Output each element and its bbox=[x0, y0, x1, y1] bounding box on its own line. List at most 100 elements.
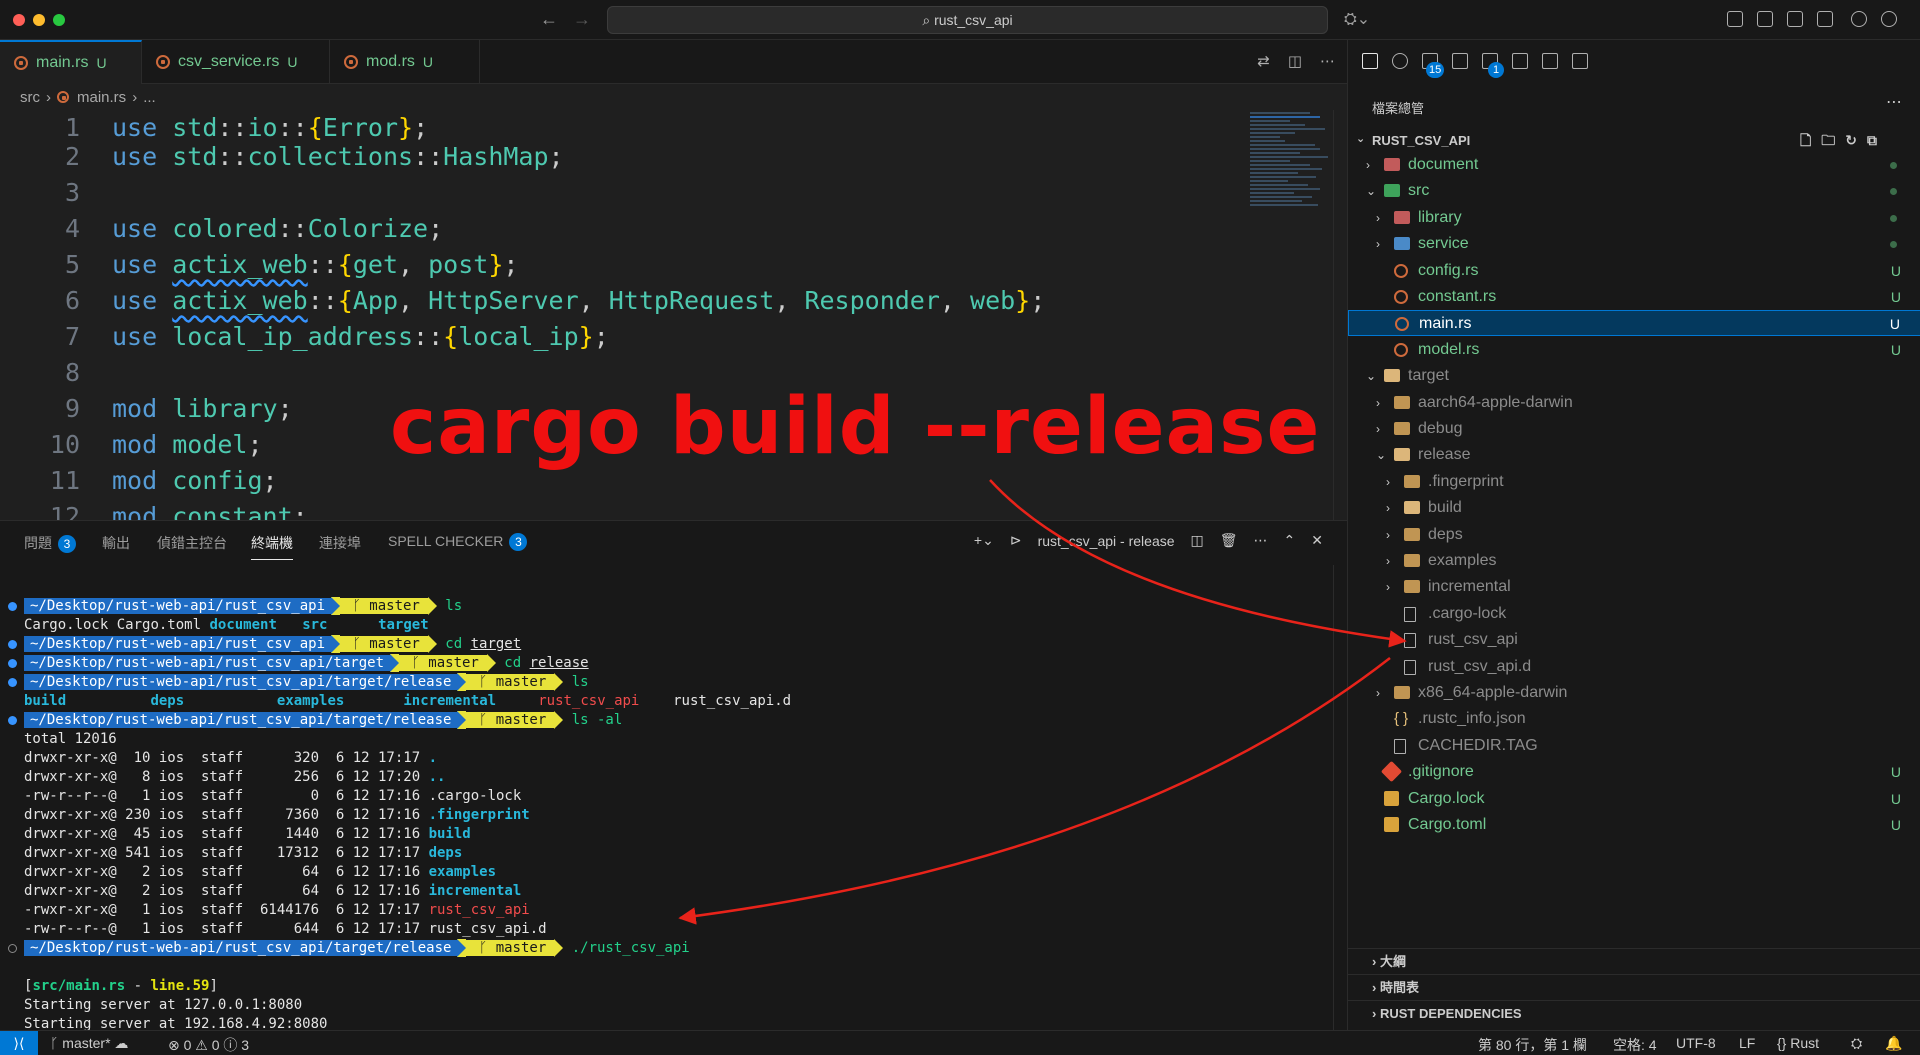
command-success-marker[interactable] bbox=[8, 659, 17, 668]
breadcrumb-symbols[interactable]: ... bbox=[143, 89, 156, 106]
tree-item-gitignore[interactable]: .gitignore U bbox=[1348, 759, 1920, 785]
tree-item-examples[interactable]: › examples bbox=[1348, 548, 1920, 574]
tree-item-document[interactable]: › document bbox=[1348, 152, 1920, 178]
tree-item-rust-csv-api[interactable]: rust_csv_api bbox=[1348, 627, 1920, 653]
encoding-status[interactable]: UTF-8 bbox=[1676, 1035, 1716, 1051]
customize-layout-icon[interactable] bbox=[1727, 11, 1743, 27]
breadcrumb-folder[interactable]: src bbox=[20, 89, 40, 106]
maximize-panel-icon[interactable]: ⌃ bbox=[1284, 532, 1296, 549]
split-terminal-icon[interactable]: ◫ bbox=[1191, 532, 1204, 549]
new-terminal-icon[interactable]: +⌄ bbox=[974, 532, 994, 549]
minimize-window-button[interactable] bbox=[33, 14, 45, 26]
file-icon bbox=[1404, 633, 1416, 649]
tree-item-deps[interactable]: › deps bbox=[1348, 522, 1920, 548]
containers-icon[interactable] bbox=[1542, 53, 1558, 69]
split-editor-icon[interactable]: ◫ bbox=[1288, 52, 1302, 70]
tree-item-x86-64-apple-darwin[interactable]: › x86_64-apple-darwin bbox=[1348, 680, 1920, 706]
command-success-marker[interactable] bbox=[8, 678, 17, 687]
explorer-toolbar-icons[interactable]: 🗋🗀↻⧉ bbox=[1800, 130, 1887, 154]
tree-item-src[interactable]: ⌄ src bbox=[1348, 178, 1920, 204]
tree-item-config-rs[interactable]: config.rs U bbox=[1348, 258, 1920, 284]
minimap[interactable] bbox=[1250, 110, 1330, 290]
prompt-line: ~/Desktop/rust-web-api/rust_csv_api ᚴ ma… bbox=[24, 597, 462, 616]
account-icon[interactable] bbox=[1851, 11, 1867, 27]
forward-arrow-icon[interactable]: → bbox=[573, 9, 591, 30]
open-changes-icon[interactable]: ⇄ bbox=[1257, 52, 1270, 70]
more-actions-icon[interactable]: ⋯ bbox=[1320, 52, 1335, 70]
toggle-panel-icon[interactable] bbox=[1787, 11, 1803, 27]
typed-command: ls bbox=[445, 598, 463, 614]
cursor-position-status[interactable]: 第 80 行，第 1 欄 bbox=[1478, 1035, 1587, 1055]
indentation-status[interactable]: 空格: 4 bbox=[1613, 1035, 1657, 1055]
tree-item-cargo-lock[interactable]: .cargo-lock bbox=[1348, 601, 1920, 627]
eol-status[interactable]: LF bbox=[1739, 1035, 1755, 1051]
toggle-primary-sidebar-icon[interactable] bbox=[1757, 11, 1773, 27]
terminal-scrollbar[interactable] bbox=[1333, 565, 1347, 1031]
tree-item-model-rs[interactable]: model.rs U bbox=[1348, 337, 1920, 363]
tab-spell-checker[interactable]: SPELL CHECKER 3 bbox=[388, 533, 528, 551]
tree-item-rust-csv-api-d[interactable]: rust_csv_api.d bbox=[1348, 654, 1920, 680]
terminal-instance-label[interactable]: rust_csv_api - release bbox=[1038, 533, 1175, 549]
problems-status[interactable]: ⊗ 0 ⚠ 0 ⓘ 3 bbox=[168, 1035, 249, 1055]
tab-output[interactable]: 輸出 bbox=[102, 533, 130, 553]
tree-item-cargo-toml[interactable]: Cargo.toml U bbox=[1348, 812, 1920, 838]
command-running-marker[interactable] bbox=[8, 944, 17, 953]
tab-terminal[interactable]: 終端機 bbox=[251, 533, 293, 560]
close-window-button[interactable] bbox=[13, 14, 25, 26]
close-panel-icon[interactable]: ✕ bbox=[1311, 532, 1323, 549]
settings-gear-icon[interactable] bbox=[1881, 11, 1897, 27]
tree-item-service[interactable]: › service bbox=[1348, 231, 1920, 257]
back-arrow-icon[interactable]: ← bbox=[540, 9, 558, 30]
terminal[interactable]: ~/Desktop/rust-web-api/rust_csv_api ᚴ ma… bbox=[0, 565, 1330, 1031]
explorer-icon[interactable] bbox=[1362, 53, 1378, 69]
language-status[interactable]: {} Rust bbox=[1777, 1035, 1819, 1051]
tree-item-cachedir-tag[interactable]: CACHEDIR.TAG bbox=[1348, 733, 1920, 759]
tree-item-cargo-lock[interactable]: Cargo.lock U bbox=[1348, 786, 1920, 812]
workspace-root[interactable]: ⌄ RUST_CSV_API 🗋🗀↻⧉ bbox=[1348, 128, 1920, 152]
tree-item-constant-rs[interactable]: constant.rs U bbox=[1348, 284, 1920, 310]
tab-problems[interactable]: 問題 3 bbox=[24, 533, 76, 553]
search-icon[interactable] bbox=[1392, 53, 1408, 69]
tree-item-rustc-info-json[interactable]: { } .rustc_info.json bbox=[1348, 706, 1920, 732]
chat-icon[interactable] bbox=[1572, 53, 1588, 69]
copilot-status-icon[interactable]: ⛭ bbox=[1851, 1035, 1862, 1052]
editor-scrollbar[interactable] bbox=[1333, 110, 1347, 520]
trash-icon[interactable]: 🗑 bbox=[1220, 532, 1238, 549]
section-rust-dependencies[interactable]: › RUST DEPENDENCIES bbox=[1348, 1000, 1920, 1026]
tree-item-build[interactable]: › build bbox=[1348, 495, 1920, 521]
tree-item-target[interactable]: ⌄ target bbox=[1348, 363, 1920, 389]
tree-item-aarch64-apple-darwin[interactable]: › aarch64-apple-darwin bbox=[1348, 390, 1920, 416]
tab-csv-service-rs[interactable]: csv_service.rs U bbox=[142, 40, 330, 84]
command-center-search[interactable]: ⌕ rust_csv_api bbox=[607, 6, 1328, 34]
more-actions-icon[interactable]: ⋯ bbox=[1254, 532, 1268, 549]
maximize-window-button[interactable] bbox=[53, 14, 65, 26]
remote-indicator-icon[interactable]: ⟩⟨ bbox=[0, 1031, 38, 1055]
command-success-marker[interactable] bbox=[8, 716, 17, 725]
tree-item-fingerprint[interactable]: › .fingerprint bbox=[1348, 469, 1920, 495]
tab-ports[interactable]: 連接埠 bbox=[319, 533, 361, 553]
command-success-marker[interactable] bbox=[8, 602, 17, 611]
tab-mod-rs[interactable]: mod.rs U bbox=[330, 40, 480, 84]
listing-row: drwxr-xr-x@ 541 ios staff 17312 6 12 17:… bbox=[24, 844, 462, 863]
remote-explorer-icon[interactable] bbox=[1512, 53, 1528, 69]
tree-item-release[interactable]: ⌄ release bbox=[1348, 442, 1920, 468]
more-actions-icon[interactable]: ⋯ bbox=[1886, 92, 1902, 112]
tree-item-library[interactable]: › library bbox=[1348, 205, 1920, 231]
prompt-path: ~/Desktop/rust-web-api/rust_csv_api bbox=[24, 598, 332, 614]
copilot-icon[interactable]: ⛭⌄ bbox=[1344, 9, 1370, 29]
tab-main-rs[interactable]: main.rs U bbox=[0, 40, 142, 84]
tree-item-main-rs[interactable]: main.rs U bbox=[1348, 310, 1920, 337]
tab-debug-console[interactable]: 偵錯主控台 bbox=[157, 533, 227, 553]
tree-item-incremental[interactable]: › incremental bbox=[1348, 574, 1920, 600]
run-debug-icon[interactable] bbox=[1452, 53, 1468, 69]
code-line: 10 mod model; bbox=[0, 427, 263, 463]
notifications-bell-icon[interactable]: 🔔 bbox=[1885, 1035, 1902, 1052]
breadcrumb-file[interactable]: main.rs bbox=[77, 89, 126, 106]
toggle-secondary-sidebar-icon[interactable] bbox=[1817, 11, 1833, 27]
command-success-marker[interactable] bbox=[8, 640, 17, 649]
section-outline[interactable]: › 大綱 bbox=[1348, 948, 1920, 974]
tree-item-debug[interactable]: › debug bbox=[1348, 416, 1920, 442]
code-line: 2 use std::collections::HashMap; bbox=[0, 139, 564, 175]
section-timeline[interactable]: › 時間表 bbox=[1348, 974, 1920, 1000]
git-branch-status[interactable]: ᚴ master* ☁ bbox=[50, 1035, 128, 1052]
